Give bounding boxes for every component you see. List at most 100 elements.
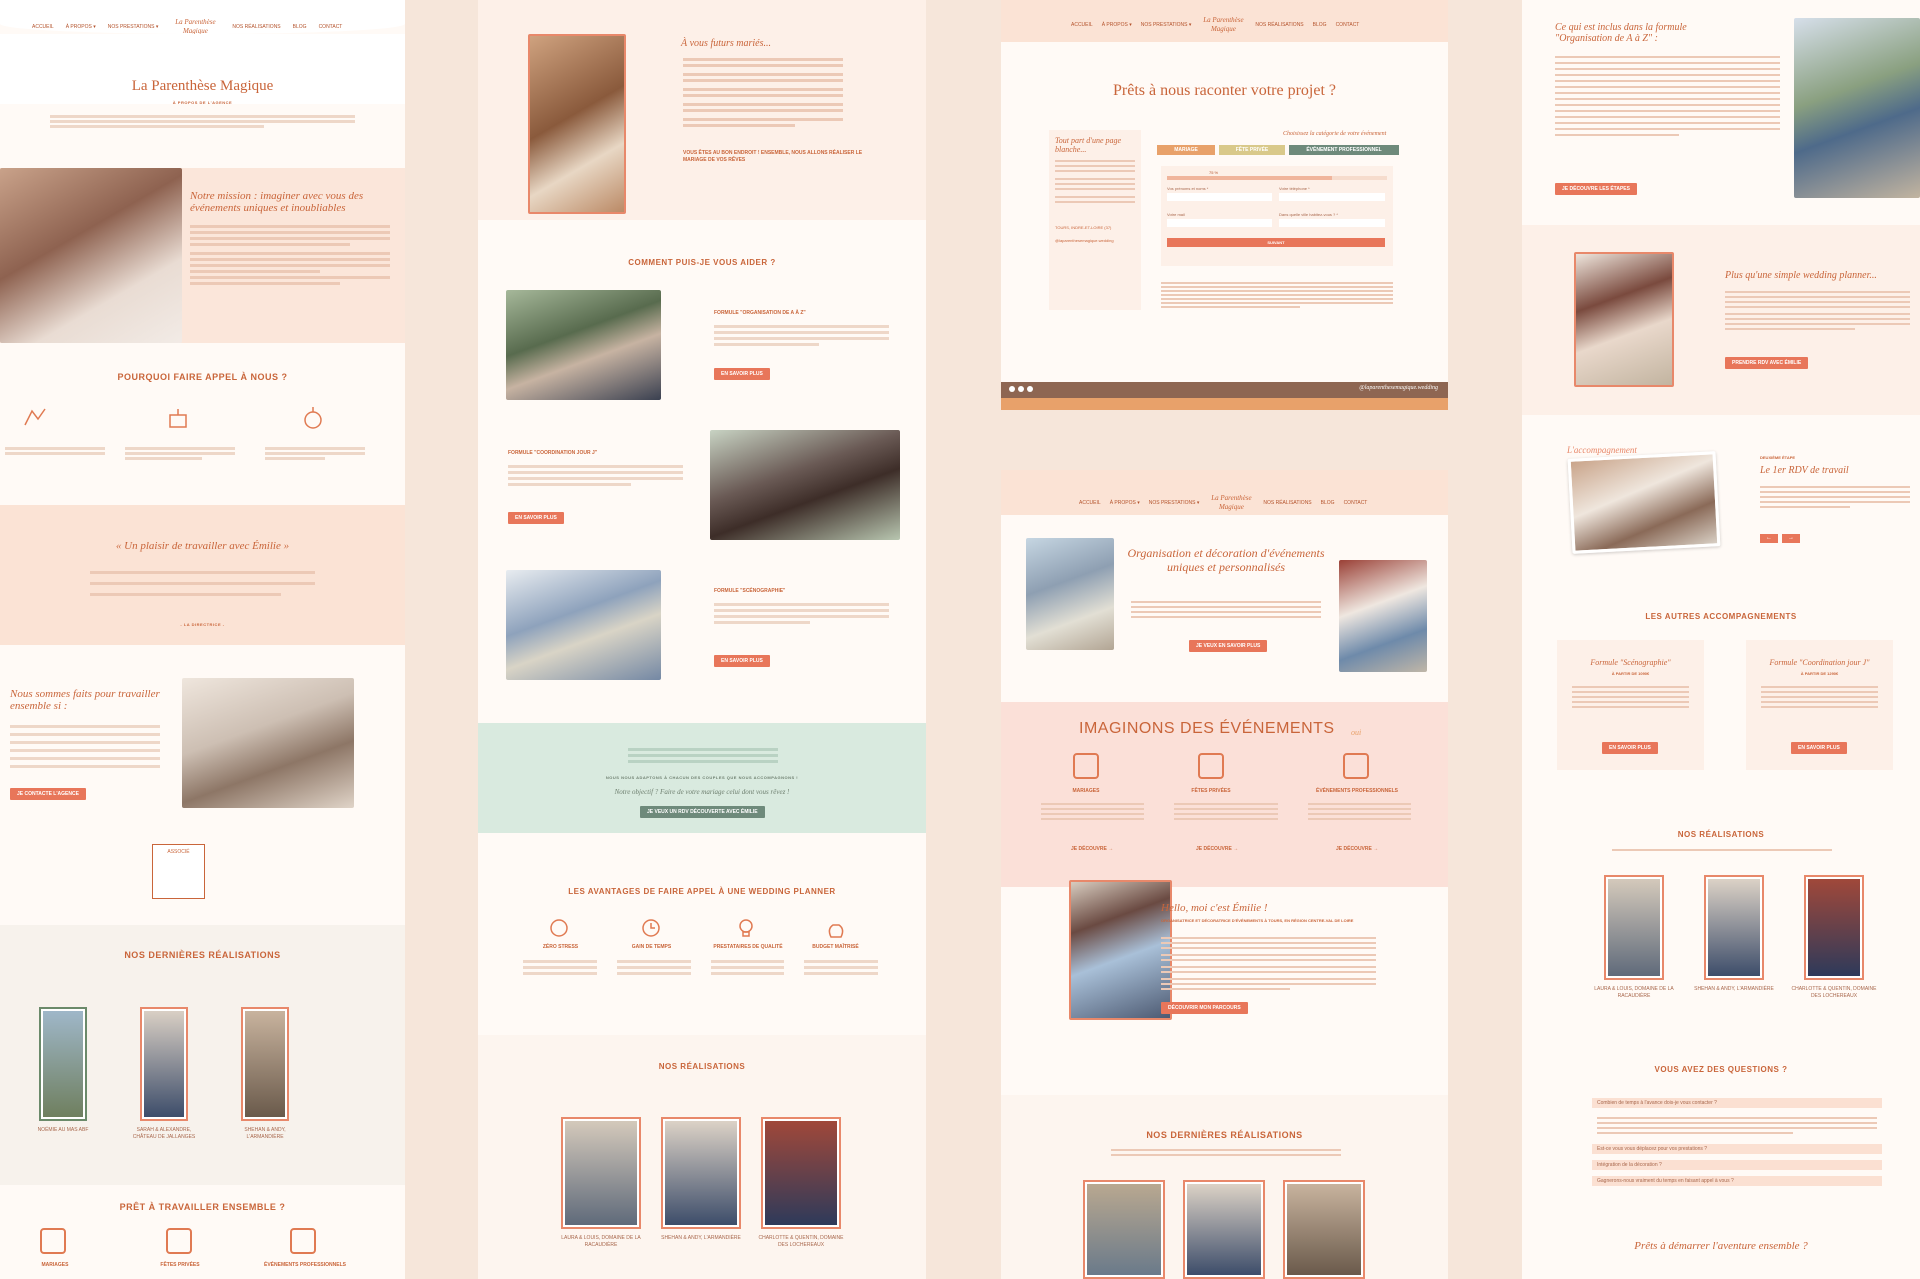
facebook-icon[interactable]	[1009, 386, 1015, 392]
input-city[interactable]	[1279, 219, 1385, 227]
nav-bar-3: ACCUEIL À PROPOS ▾ NOS PRESTATIONS ▾ La …	[1071, 16, 1448, 34]
formula-text-3	[714, 600, 889, 627]
social-handle[interactable]: @laparenthesemagique.wedding	[1055, 238, 1135, 243]
project-title: Prêts à nous raconter votre projet ?	[1112, 82, 1337, 99]
more-text	[1725, 288, 1910, 333]
nav3-accueil[interactable]: ACCUEIL	[1071, 22, 1093, 28]
nav-item-realisations[interactable]: NOS RÉALISATIONS	[232, 24, 280, 30]
hero-button[interactable]: JE VEUX EN SAVOIR PLUS	[1189, 640, 1268, 652]
event-category-2[interactable]: FÊTES PRIVÉES	[1181, 788, 1241, 794]
realisation3-photo-1[interactable]	[1083, 1180, 1165, 1279]
nav-item-contact[interactable]: CONTACT	[319, 24, 343, 30]
realisation3-photo-2[interactable]	[1183, 1180, 1265, 1279]
realisation2-photo-1[interactable]	[561, 1117, 641, 1229]
nav3-realisations[interactable]: NOS RÉALISATIONS	[1255, 22, 1303, 28]
nav4-accueil[interactable]: ACCUEIL	[1079, 500, 1101, 506]
nav3-prestations[interactable]: NOS PRESTATIONS ▾	[1141, 22, 1192, 28]
carousel-prev-button[interactable]: ←	[1760, 534, 1778, 543]
nav3-apropos[interactable]: À PROPOS ▾	[1102, 22, 1132, 28]
form-progress-track	[1167, 176, 1387, 180]
realisation3-photo-3[interactable]	[1283, 1180, 1365, 1279]
advantage-label-4: BUDGET MAÎTRISÉ	[812, 944, 859, 950]
input-phone[interactable]	[1279, 193, 1385, 201]
nav-item-blog[interactable]: BLOG	[293, 24, 307, 30]
formula-photo-2	[710, 430, 900, 540]
steps-button[interactable]: JE DÉCOUVRE LES ÉTAPES	[1555, 183, 1637, 195]
realisation2-photo-3[interactable]	[761, 1117, 841, 1229]
event-category-1[interactable]: MARIAGES	[1056, 788, 1116, 794]
hello-text	[1161, 934, 1376, 993]
couple-photo	[1794, 18, 1920, 198]
faq-item-3[interactable]: Intégration de la décoration ?	[1592, 1160, 1882, 1170]
more-button[interactable]: PRENDRE RDV AVEC ÉMILIE	[1725, 357, 1809, 369]
contact-info-card: Tout part d'une page blanche... TOURS, I…	[1049, 130, 1141, 310]
discovery-rdv-button[interactable]: JE VEUX UN RDV DÉCOUVERTE AVEC ÉMILIE	[640, 806, 765, 818]
faq-item-2[interactable]: Est-ce vous vous déplacez pour vos prest…	[1592, 1144, 1882, 1154]
nav4-contact[interactable]: CONTACT	[1344, 500, 1368, 506]
help-title: COMMENT PUIS-JE VOUS AIDER ?	[628, 258, 776, 267]
input-name[interactable]	[1167, 193, 1272, 201]
faq-item-4[interactable]: Gagnerons-nous vraiment du temps en fais…	[1592, 1176, 1882, 1186]
formula-button-1[interactable]: EN SAVOIR PLUS	[714, 368, 770, 380]
formula-button-3[interactable]: EN SAVOIR PLUS	[714, 655, 770, 667]
hero-photo-2	[1339, 560, 1427, 672]
nav-item-apropos[interactable]: À PROPOS ▾	[66, 24, 96, 30]
realisation4-photo-3[interactable]	[1804, 875, 1864, 980]
tab-evenement-pro[interactable]: ÉVÉNEMENT PROFESSIONNEL	[1289, 145, 1399, 155]
future-list	[683, 55, 843, 130]
nav-item-prestations[interactable]: NOS PRESTATIONS ▾	[108, 24, 159, 30]
step-sub: DEUXIÈME ÉTAPE	[1760, 455, 1796, 460]
realisation-photo-3[interactable]	[241, 1007, 289, 1121]
discover-link-1[interactable]: JE DÉCOUVRE →	[1071, 846, 1113, 852]
input-email[interactable]	[1167, 219, 1272, 227]
tab-fete-privee[interactable]: FÊTE PRIVÉE	[1219, 145, 1285, 155]
realisation-photo-2[interactable]	[140, 1007, 188, 1121]
nav4-prestations[interactable]: NOS PRESTATIONS ▾	[1149, 500, 1200, 506]
pinterest-icon[interactable]	[1027, 386, 1033, 392]
realisation2-photo-2[interactable]	[661, 1117, 741, 1229]
offer-button-1[interactable]: EN SAVOIR PLUS	[1602, 742, 1658, 754]
realisation4-photo-1[interactable]	[1604, 875, 1664, 980]
logo-4[interactable]: La Parenthèse Magique	[1208, 494, 1254, 512]
nav4-blog[interactable]: BLOG	[1321, 500, 1335, 506]
contact-form: 75 % Vos prénoms et noms * Votre télépho…	[1161, 166, 1393, 266]
nav4-apropos[interactable]: À PROPOS ▾	[1110, 500, 1140, 506]
nav3-blog[interactable]: BLOG	[1313, 22, 1327, 28]
event-category-3[interactable]: ÉVÉNEMENTS PROFESSIONNELS	[1301, 788, 1413, 794]
quote-title: « Un plaisir de travailler avec Émilie »	[115, 540, 290, 552]
realisation-photo-1[interactable]	[39, 1007, 87, 1121]
contact-agency-button[interactable]: JE CONTACTE L'AGENCE	[10, 788, 86, 800]
formula-title-2: FORMULE "COORDINATION JOUR J"	[508, 450, 598, 456]
advantages-title: LES AVANTAGES DE FAIRE APPEL À UNE WEDDI…	[568, 887, 836, 896]
carousel-next-button[interactable]: →	[1782, 534, 1800, 543]
category-pro[interactable]: ÉVÉNEMENTS PROFESSIONNELS	[245, 1262, 365, 1268]
offer-button-2[interactable]: EN SAVOIR PLUS	[1791, 742, 1847, 754]
faq-item-1[interactable]: Combien de temps à l'avance dois-je vous…	[1592, 1098, 1882, 1108]
hello-title: Hello, moi c'est Émilie !	[1161, 902, 1268, 914]
nav3-contact[interactable]: CONTACT	[1336, 22, 1360, 28]
formula-button-2[interactable]: EN SAVOIR PLUS	[508, 512, 564, 524]
nav-item-accueil[interactable]: ACCUEIL	[32, 24, 54, 30]
page-preview-contact: ACCUEIL À PROPOS ▾ NOS PRESTATIONS ▾ La …	[1001, 0, 1448, 410]
footer-instagram[interactable]: @laparenthesemagique.wedding	[1359, 385, 1438, 391]
hello-button[interactable]: DÉCOUVRIR MON PARCOURS	[1161, 1002, 1248, 1014]
category-fetes[interactable]: FÊTES PRIVÉES	[145, 1262, 215, 1268]
why-text-2	[125, 445, 235, 462]
emilie-photo	[1069, 880, 1172, 1020]
quote-text	[90, 568, 315, 604]
advantage-label-3: PRESTATAIRES DE QUALITÉ	[713, 944, 783, 950]
offer-card-2[interactable]: Formule "Coordination jour J" À PARTIR D…	[1746, 640, 1893, 770]
tab-mariage[interactable]: MARIAGE	[1157, 145, 1215, 155]
nav4-realisations[interactable]: NOS RÉALISATIONS	[1263, 500, 1311, 506]
submit-button[interactable]: SUIVANT	[1167, 238, 1385, 247]
category-mariages[interactable]: MARIAGES	[20, 1262, 90, 1268]
instagram-icon[interactable]	[1018, 386, 1024, 392]
realisation4-photo-2[interactable]	[1704, 875, 1764, 980]
discover-link-2[interactable]: JE DÉCOUVRE →	[1196, 846, 1238, 852]
logo-3[interactable]: La Parenthèse Magique	[1200, 16, 1246, 34]
lightbulb-icon	[733, 915, 759, 941]
discover-link-3[interactable]: JE DÉCOUVRE →	[1336, 846, 1378, 852]
offer-card-1[interactable]: Formule "Scénographie" À PARTIR DE 1090€…	[1557, 640, 1704, 770]
hello-subtitle: ORGANISATRICE ET DÉCORATRICE D'ÉVÉNEMENT…	[1161, 918, 1354, 923]
included-title: Ce qui est inclus dans la formule "Organ…	[1555, 22, 1687, 44]
